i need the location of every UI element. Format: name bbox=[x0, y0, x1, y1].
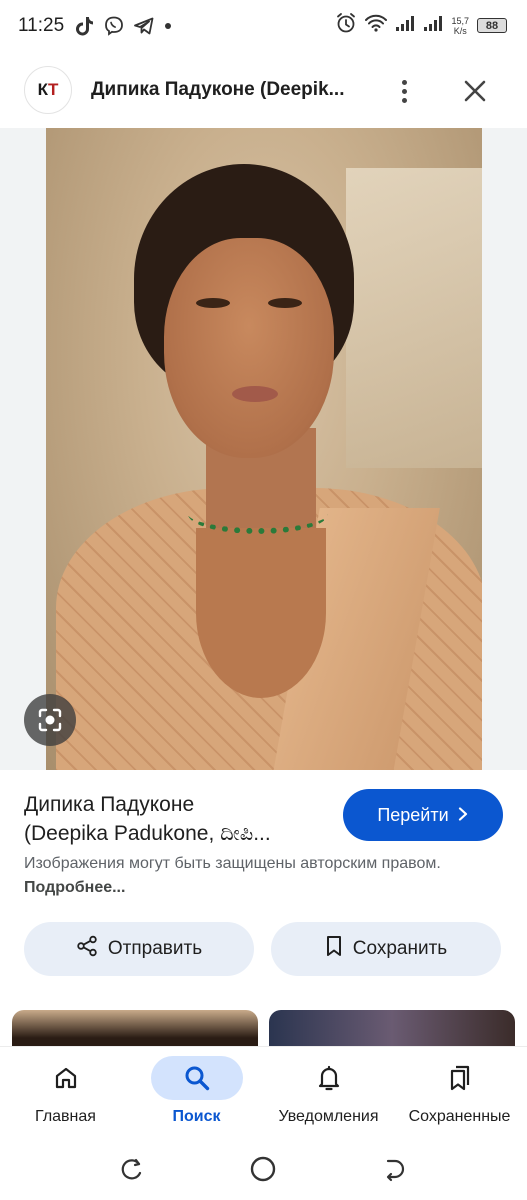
save-button[interactable]: Сохранить bbox=[271, 922, 501, 976]
recent-apps-icon[interactable] bbox=[115, 1152, 149, 1186]
net-speed: 15,7 K/s bbox=[451, 16, 469, 36]
close-icon[interactable] bbox=[460, 76, 490, 106]
status-right: 15,7 K/s 88 bbox=[335, 12, 507, 39]
learn-more-link[interactable]: Подробнее... bbox=[24, 879, 125, 896]
wifi-icon bbox=[365, 14, 388, 37]
nav-item-notifications[interactable]: Уведомления bbox=[263, 1047, 394, 1141]
nav-label-saved: Сохраненные bbox=[408, 1108, 511, 1125]
alarm-icon bbox=[335, 12, 357, 39]
bottom-nav: Главная Поиск Уведомления Сохраненные bbox=[0, 1046, 527, 1140]
related-image-2[interactable] bbox=[269, 1010, 515, 1050]
nav-item-saved[interactable]: Сохраненные bbox=[394, 1047, 525, 1141]
net-speed-value: 15,7 bbox=[451, 15, 469, 26]
nav-label-notifications: Уведомления bbox=[278, 1108, 379, 1125]
telegram-icon bbox=[134, 17, 154, 35]
nav-label-search: Поиск bbox=[172, 1108, 221, 1125]
bookmark-icon bbox=[325, 935, 343, 963]
result-title-line2: (Deepika Padukone, ದೀಪಿ... bbox=[24, 822, 271, 845]
notification-dot-icon bbox=[164, 22, 172, 30]
home-button-icon[interactable] bbox=[246, 1152, 280, 1186]
main-image[interactable] bbox=[46, 128, 482, 770]
bookmarks-icon bbox=[414, 1056, 506, 1100]
share-icon bbox=[76, 935, 98, 963]
signal-1-icon bbox=[395, 14, 415, 37]
result-title-line1: Дипика Падуконе bbox=[24, 793, 195, 816]
site-logo[interactable]: КТ bbox=[24, 66, 72, 114]
share-button[interactable]: Отправить bbox=[24, 922, 254, 976]
share-label: Отправить bbox=[107, 938, 203, 959]
save-label: Сохранить bbox=[352, 938, 448, 959]
image-viewer bbox=[0, 128, 527, 770]
result-title[interactable]: Дипика Падуконе (Deepika Padukone, ದೀಪಿ.… bbox=[24, 790, 324, 848]
site-logo-letter-1: К bbox=[37, 80, 48, 99]
net-speed-unit: K/s bbox=[453, 25, 467, 36]
chevron-right-icon bbox=[457, 805, 469, 826]
visit-label: Перейти bbox=[377, 804, 449, 825]
status-time: 11:25 bbox=[18, 15, 65, 36]
bell-icon bbox=[283, 1056, 375, 1100]
status-bar: 11:25 15,7 K/s 88 bbox=[0, 0, 527, 52]
visit-button[interactable]: Перейти bbox=[343, 789, 503, 841]
related-image-1[interactable] bbox=[12, 1010, 258, 1050]
viber-icon bbox=[104, 16, 124, 36]
notice-text: Изображения могут быть защищены авторски… bbox=[24, 855, 441, 872]
nav-label-home: Главная bbox=[35, 1108, 96, 1125]
battery-icon: 88 bbox=[477, 18, 507, 33]
back-icon[interactable] bbox=[378, 1152, 412, 1186]
copyright-notice: Изображения могут быть защищены авторски… bbox=[24, 852, 444, 900]
tiktok-icon bbox=[76, 16, 94, 36]
search-icon bbox=[150, 1056, 243, 1100]
page-title: Дипика Падуконе (Deepik... bbox=[91, 79, 345, 100]
system-nav-bar bbox=[0, 1140, 527, 1200]
app-bar: КТ Дипика Падуконе (Deepik... bbox=[0, 56, 527, 128]
signal-2-icon bbox=[423, 14, 443, 37]
lens-search-icon[interactable] bbox=[24, 694, 76, 746]
more-options-icon[interactable] bbox=[392, 74, 416, 108]
nav-item-home[interactable]: Главная bbox=[0, 1047, 131, 1141]
nav-item-search[interactable]: Поиск bbox=[131, 1047, 262, 1141]
home-icon bbox=[20, 1056, 112, 1100]
site-logo-letter-2: Т bbox=[48, 80, 59, 99]
battery-level: 88 bbox=[485, 19, 499, 32]
